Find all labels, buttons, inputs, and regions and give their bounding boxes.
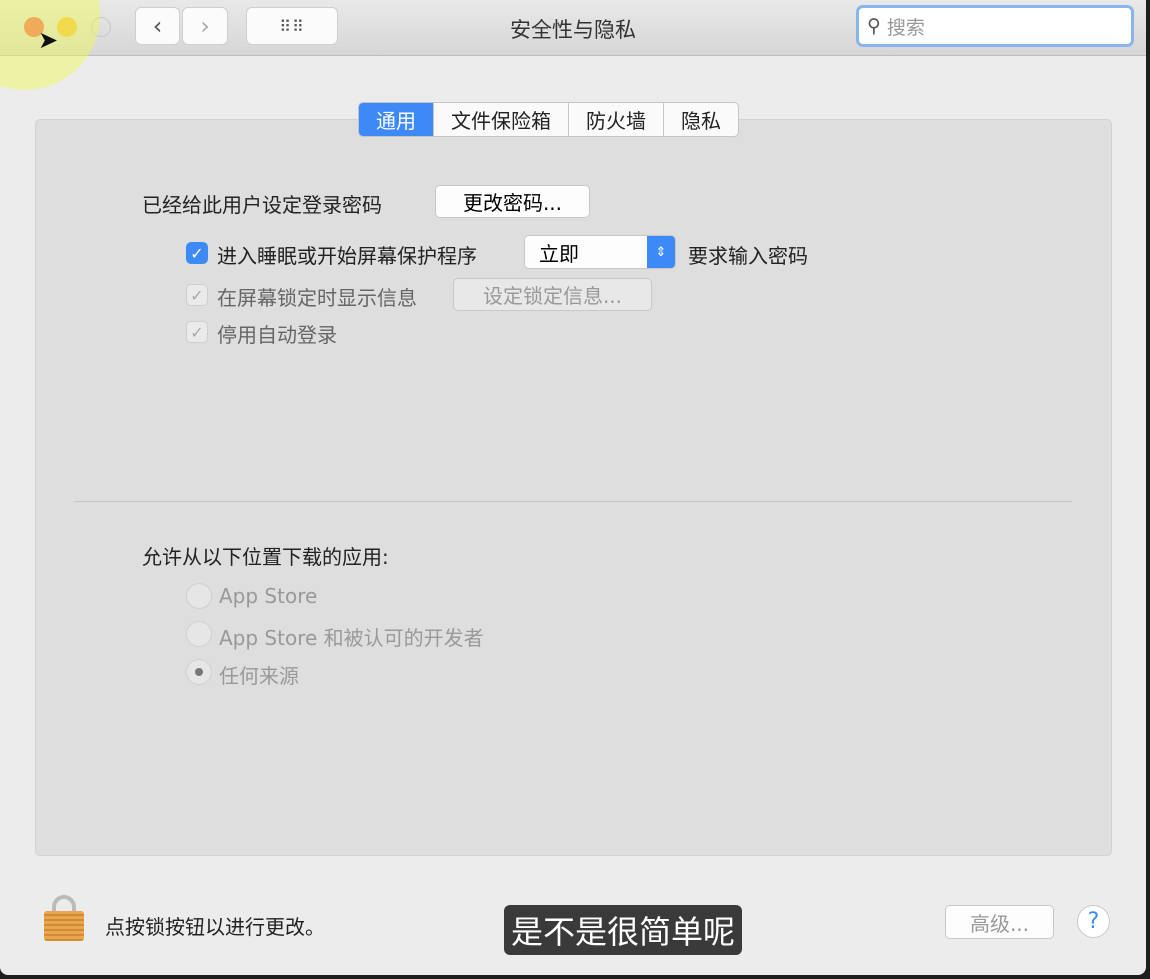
radio-identified-developers-label: App Store 和被认可的开发者	[219, 622, 484, 651]
lock-message-checkbox[interactable]: ✓	[186, 284, 208, 306]
advanced-button[interactable]: 高级...	[945, 905, 1054, 939]
sleep-delay-select[interactable]: 立即 ⇕	[524, 235, 676, 269]
radio-anywhere-label: 任何来源	[219, 660, 299, 689]
require-password-label: 要求输入密码	[688, 240, 808, 269]
tab-filevault[interactable]: 文件保险箱	[433, 103, 568, 136]
divider	[75, 501, 1072, 502]
search-placeholder: 搜索	[887, 13, 925, 40]
password-label: 已经给此用户设定登录密码	[142, 189, 382, 218]
lock-text: 点按锁按钮以进行更改。	[105, 911, 325, 940]
tab-bar: 通用 文件保险箱 防火墙 隐私	[358, 102, 739, 137]
search-icon: ⚲	[867, 15, 881, 37]
downloads-heading: 允许从以下位置下载的应用:	[142, 541, 389, 570]
radio-app-store[interactable]	[186, 583, 212, 609]
help-button[interactable]: ?	[1077, 905, 1110, 938]
change-password-button[interactable]: 更改密码...	[435, 185, 590, 218]
tab-general[interactable]: 通用	[359, 103, 433, 136]
lock-icon[interactable]	[44, 895, 84, 941]
search-input[interactable]: ⚲ 搜索	[856, 5, 1134, 47]
radio-identified-developers[interactable]	[186, 621, 212, 647]
sleep-label: 进入睡眠或开始屏幕保护程序	[217, 240, 477, 269]
auto-login-label: 停用自动登录	[217, 319, 337, 348]
stepper-chevron-icon: ⇕	[647, 236, 675, 268]
radio-app-store-label: App Store	[219, 584, 317, 608]
lock-message-label: 在屏幕锁定时显示信息	[217, 282, 417, 311]
sleep-delay-value: 立即	[539, 238, 579, 267]
disable-auto-login-checkbox[interactable]: ✓	[186, 321, 208, 343]
radio-dot	[195, 668, 203, 676]
radio-anywhere[interactable]	[186, 659, 212, 685]
mouse-cursor-icon: ➤	[38, 26, 58, 54]
video-subtitle: 是不是很简单呢	[504, 905, 742, 955]
set-lock-message-button[interactable]: 设定锁定信息...	[453, 278, 652, 311]
tab-firewall[interactable]: 防火墙	[568, 103, 663, 136]
tab-privacy[interactable]: 隐私	[663, 103, 738, 136]
title-bar: ‹ › ⠿⠿ 安全性与隐私 ⚲搜索	[0, 0, 1146, 56]
system-preferences-window: ‹ › ⠿⠿ 安全性与隐私 ⚲搜索 通用 文件保险箱 防火墙 隐私 已经给此用户…	[0, 0, 1146, 975]
content-panel	[35, 119, 1112, 856]
sleep-password-checkbox[interactable]: ✓	[186, 242, 208, 264]
